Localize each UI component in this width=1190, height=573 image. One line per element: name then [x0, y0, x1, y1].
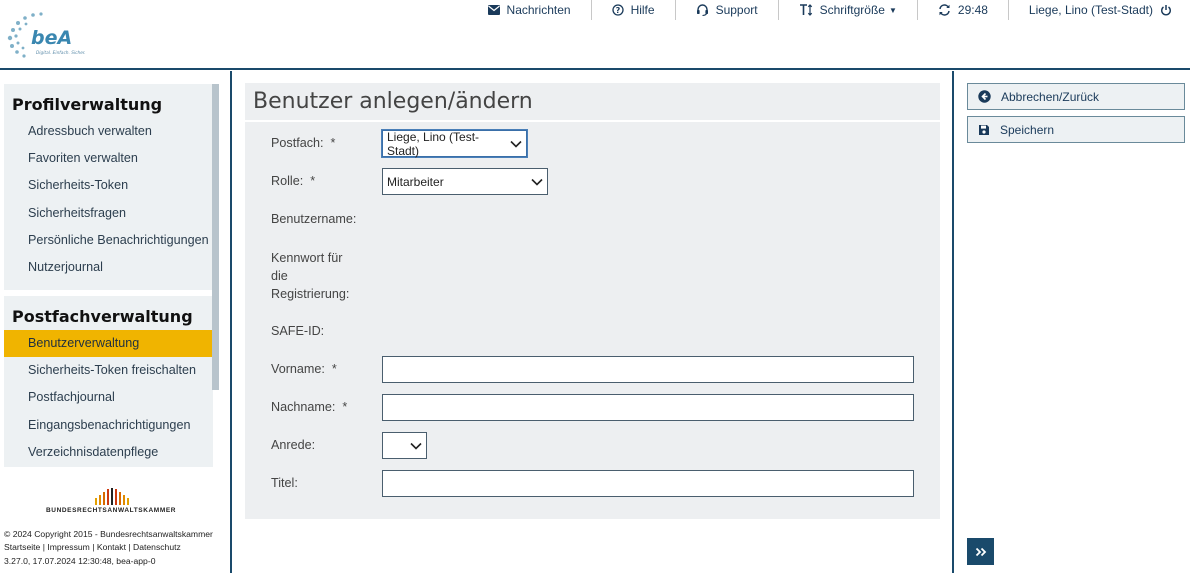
logo-tagline: Digital. Einfach. Sicher. [36, 50, 86, 56]
brak-label: BUNDESRECHTSANWALTSKAMMER [46, 507, 177, 514]
text-height-icon [799, 4, 812, 16]
nachname-label: Nachname: * [271, 400, 348, 414]
benutzername-label: Benutzername: [271, 212, 357, 226]
postfach-select[interactable]: Liege, Lino (Test-Stadt) [382, 129, 527, 158]
sidebar-item-incoming-notifications[interactable]: Eingangsbenachrichtigungen [4, 412, 213, 439]
chevron-down-icon: ▼ [888, 5, 897, 15]
save-label: Speichern [1000, 122, 1055, 137]
bea-logo[interactable]: beA Digital. Einfach. Sicher. [4, 8, 90, 60]
nav-help[interactable]: ? Hilfe [592, 0, 676, 20]
nachname-input[interactable] [382, 394, 914, 421]
cancel-back-label: Abbrechen/Zurück [1001, 89, 1100, 104]
profile-menu-title: Profilverwaltung [12, 95, 163, 114]
nav-font-size[interactable]: Schriftgröße ▼ [779, 0, 918, 20]
session-timer[interactable]: 29:48 [918, 0, 1009, 20]
power-icon [1161, 5, 1171, 16]
nav-user-logout[interactable]: Liege, Lino (Test-Stadt) [1009, 0, 1190, 20]
sidebar-item-security-questions[interactable]: Sicherheitsfragen [4, 200, 213, 227]
footer-link-impressum[interactable]: Impressum [47, 542, 90, 552]
logo-wordmark: beA [31, 27, 72, 49]
footer-copyright: © 2024 Copyright 2015 - Bundesrechtsanwa… [4, 529, 213, 539]
left-sidebar: Profilverwaltung Adressbuch verwalten Fa… [0, 71, 232, 573]
titel-label: Titel: [271, 476, 298, 490]
nav-help-label: Hilfe [630, 3, 655, 17]
footer-link-contact[interactable]: Kontakt [97, 542, 126, 552]
nav-support-label: Support [715, 3, 758, 17]
mailbox-menu-title: Postfachverwaltung [12, 307, 193, 326]
sidebar-item-directory-maintenance[interactable]: Verzeichnisdatenpflege [4, 439, 213, 466]
brak-bars-icon [95, 488, 176, 505]
anrede-select[interactable] [382, 432, 427, 459]
anrede-label: Anrede: [271, 438, 316, 452]
double-chevron-right-icon [975, 547, 986, 556]
cancel-back-button[interactable]: Abbrechen/Zurück [967, 83, 1185, 110]
sidebar-item-unlock-security-token[interactable]: Sicherheits-Token freischalten [4, 357, 213, 384]
rolle-select-value: Mitarbeiter [387, 174, 444, 189]
chevron-down-icon [410, 442, 422, 450]
footer-links: Startseite | Impressum | Kontakt | Daten… [4, 542, 181, 553]
page-title: Benutzer anlegen/ändern [245, 83, 940, 122]
nav-messages[interactable]: Nachrichten [468, 0, 592, 20]
app-header: beA Digital. Einfach. Sicher. Nachrichte… [0, 0, 1190, 70]
headset-icon [696, 4, 708, 16]
kennwort-label: Kennwort für die Registrierung: [271, 251, 350, 301]
vorname-input[interactable] [382, 356, 914, 383]
postfach-select-value: Liege, Lino (Test-Stadt) [387, 129, 480, 158]
session-timer-value: 29:48 [957, 3, 988, 17]
arrow-circle-left-icon [978, 90, 991, 103]
floppy-disk-icon [979, 124, 989, 135]
sidebar-item-personal-notifications[interactable]: Persönliche Benachrichtigungen [4, 227, 213, 254]
postfach-label: Postfach: * [271, 136, 336, 150]
main-content: Benutzer anlegen/ändern Postfach: * Lieg… [245, 83, 940, 519]
help-circle-icon: ? [611, 4, 624, 16]
brak-logo[interactable]: BUNDESRECHTSANWALTSKAMMER [46, 488, 176, 518]
envelope-icon [487, 5, 500, 15]
footer-link-start[interactable]: Startseite [4, 542, 40, 552]
chevron-down-icon [510, 140, 522, 148]
refresh-icon [939, 4, 950, 16]
sidebar-item-mailbox-journal[interactable]: Postfachjournal [4, 384, 213, 411]
sidebar-item-user-management[interactable]: Benutzerverwaltung [4, 330, 213, 358]
svg-text:?: ? [615, 6, 620, 15]
current-user-name: Liege, Lino (Test-Stadt) [1028, 3, 1153, 17]
sidebar-item-address-book[interactable]: Adressbuch verwalten [4, 118, 213, 145]
nav-font-size-label: Schriftgröße [819, 3, 885, 17]
expand-panel-button[interactable] [967, 538, 994, 565]
right-action-panel: Abbrechen/Zurück Speichern [952, 71, 1190, 573]
rolle-label: Rolle: * [271, 174, 316, 188]
top-navigation: Nachrichten ? Hilfe Support Schriftgröße… [468, 0, 1190, 20]
footer-link-privacy[interactable]: Datenschutz [133, 542, 181, 552]
sidebar-item-user-journal[interactable]: Nutzerjournal [4, 254, 213, 281]
sidebar-item-favorites[interactable]: Favoriten verwalten [4, 145, 213, 172]
nav-support[interactable]: Support [676, 0, 779, 20]
nav-messages-label: Nachrichten [506, 3, 571, 17]
vorname-label: Vorname: * [271, 362, 337, 376]
profile-menu: Profilverwaltung Adressbuch verwalten Fa… [4, 84, 213, 290]
safeid-label: SAFE-ID: [271, 324, 325, 338]
titel-input[interactable] [382, 470, 914, 497]
sidebar-item-security-token[interactable]: Sicherheits-Token [4, 172, 213, 199]
rolle-select[interactable]: Mitarbeiter [382, 168, 548, 195]
sidebar-scrollbar[interactable] [212, 84, 219, 390]
chevron-down-icon [531, 178, 543, 186]
page-footer: © 2024 Copyright 2015 - Bundesrechtsanwa… [4, 528, 213, 568]
save-button[interactable]: Speichern [967, 116, 1185, 143]
mailbox-menu: Postfachverwaltung Benutzerverwaltung Si… [4, 296, 213, 467]
footer-version: 3.27.0, 17.07.2024 12:30:48, bea-app-0 [4, 555, 156, 566]
